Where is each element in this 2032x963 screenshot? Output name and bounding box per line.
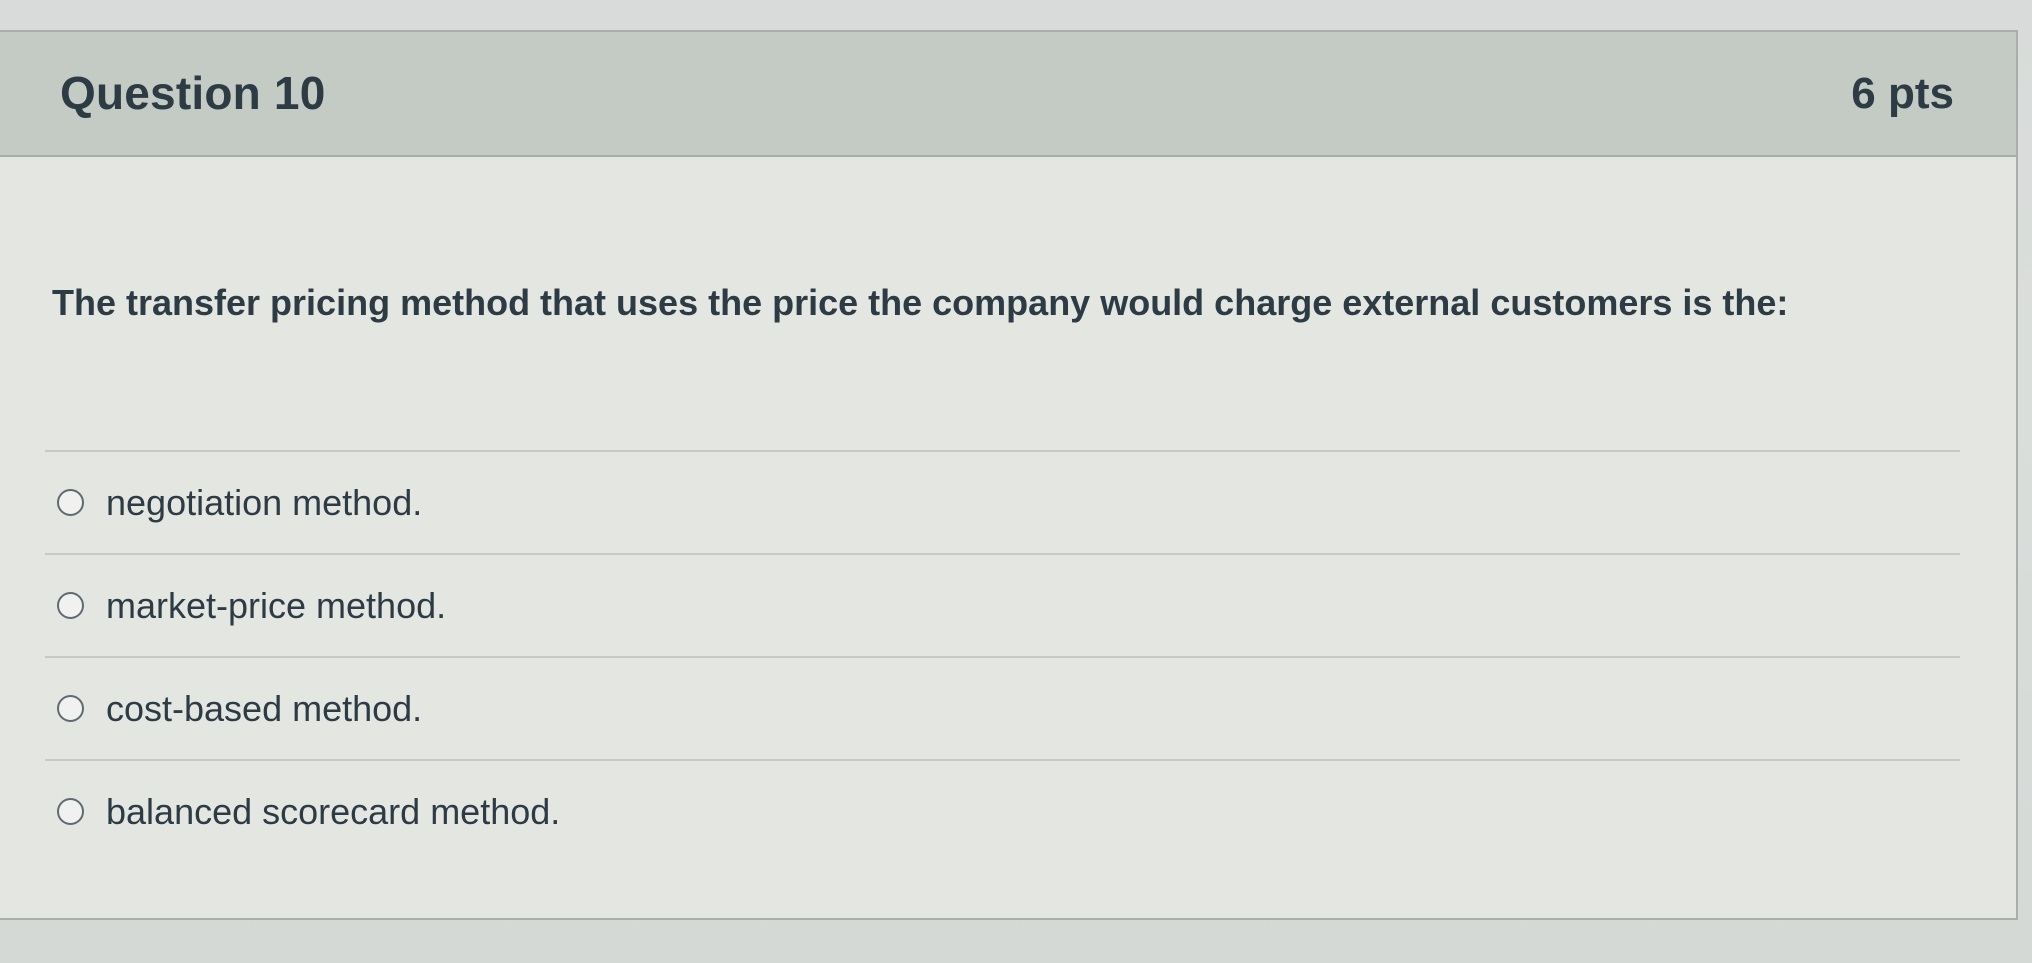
answer-option-negotiation[interactable]: negotiation method.	[45, 450, 1960, 553]
question-text: The transfer pricing method that uses th…	[52, 282, 1789, 323]
answer-label: negotiation method.	[106, 481, 423, 523]
answer-label: balanced scorecard method.	[106, 790, 561, 832]
question-points: 6 pts	[1851, 69, 1954, 118]
answer-option-balanced-scorecard[interactable]: balanced scorecard method.	[45, 759, 1960, 862]
answer-label: market-price method.	[106, 584, 447, 626]
answer-label: cost-based method.	[106, 687, 423, 729]
question-title: Question 10	[60, 67, 326, 119]
answer-option-cost-based[interactable]: cost-based method.	[45, 656, 1960, 759]
answer-option-market-price[interactable]: market-price method.	[45, 553, 1960, 656]
radio-button-icon[interactable]	[57, 798, 84, 825]
question-header: Question 10 6 pts	[0, 32, 2016, 157]
radio-button-icon[interactable]	[57, 489, 84, 516]
question-card: Question 10 6 pts The transfer pricing m…	[0, 30, 2018, 920]
answer-list: negotiation method. market-price method.…	[45, 450, 1960, 862]
radio-button-icon[interactable]	[57, 695, 84, 722]
radio-button-icon[interactable]	[57, 592, 84, 619]
